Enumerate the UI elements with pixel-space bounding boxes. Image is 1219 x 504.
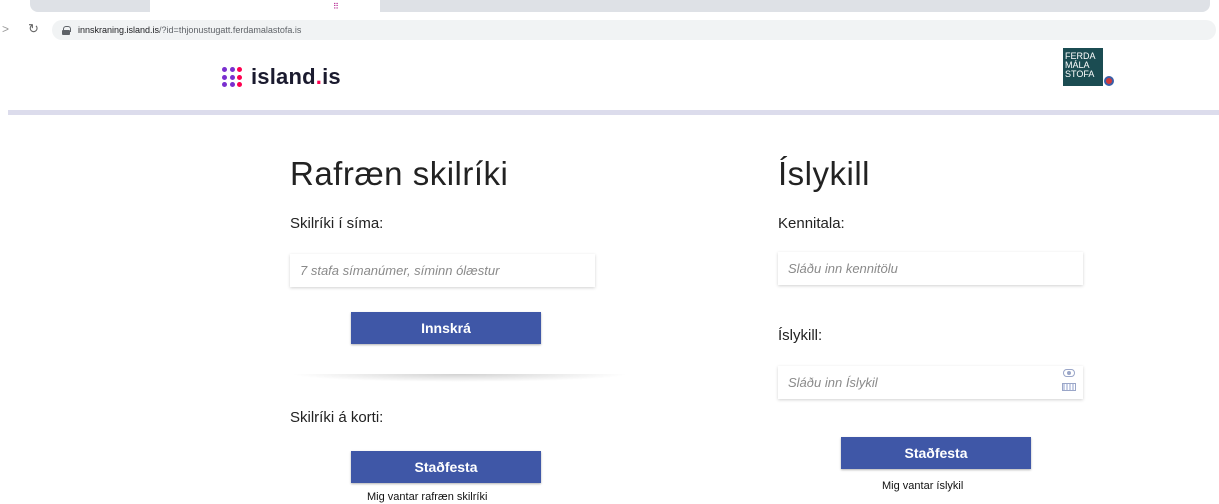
phone-id-label: Skilríki í síma:: [290, 215, 384, 232]
ferdamalastofa-logo: FERDA MÁLA STOFA: [1063, 48, 1103, 86]
card-id-label: Skilríki á korti:: [290, 409, 384, 426]
partner-badge-icon: [1104, 76, 1114, 86]
missing-islykill-link[interactable]: Mig vantar íslykil: [882, 480, 963, 492]
login-button[interactable]: Innskrá: [351, 312, 541, 344]
forward-icon[interactable]: >: [2, 22, 16, 36]
tab-favicon-icon: ⠿: [333, 2, 340, 11]
electronic-id-title: Rafræn skilríki: [290, 155, 509, 192]
kennitala-input[interactable]: [778, 252, 1083, 285]
section-divider: [290, 374, 630, 382]
islykill-input[interactable]: [778, 366, 1083, 399]
header-divider: [8, 110, 1219, 115]
missing-electronic-id-link[interactable]: Mig vantar rafræn skilríki: [367, 491, 487, 503]
site-header: island.is FERDA MÁLA STOFA: [0, 44, 1219, 108]
virtual-keyboard-icon[interactable]: [1062, 383, 1076, 391]
islykill-confirm-button[interactable]: Staðfesta: [841, 437, 1031, 469]
url-path: /?id=thjonustugatt.ferdamalastofa.is: [159, 25, 302, 35]
island-logo[interactable]: island.is: [222, 64, 341, 90]
browser-tabstrip: ⠿: [0, 0, 1219, 14]
kennitala-label: Kennitala:: [778, 215, 845, 232]
islykill-title: Íslykill: [778, 155, 870, 192]
active-tab[interactable]: ⠿: [150, 0, 380, 12]
phone-number-input[interactable]: [290, 254, 595, 287]
address-bar[interactable]: innskraning.island.is /?id=thjonustugatt…: [52, 20, 1216, 40]
logo-text: island.is: [251, 64, 341, 89]
show-password-eye-icon[interactable]: [1063, 369, 1075, 377]
card-confirm-button[interactable]: Staðfesta: [351, 451, 541, 483]
url-host: innskraning.island.is: [78, 25, 160, 35]
island-dots-icon: [222, 67, 242, 87]
reload-icon[interactable]: ↻: [28, 21, 48, 37]
lock-icon[interactable]: [62, 25, 71, 35]
islykill-label: Íslykill:: [778, 327, 823, 344]
browser-toolbar: > ↻ innskraning.island.is /?id=thjonustu…: [0, 14, 1219, 44]
